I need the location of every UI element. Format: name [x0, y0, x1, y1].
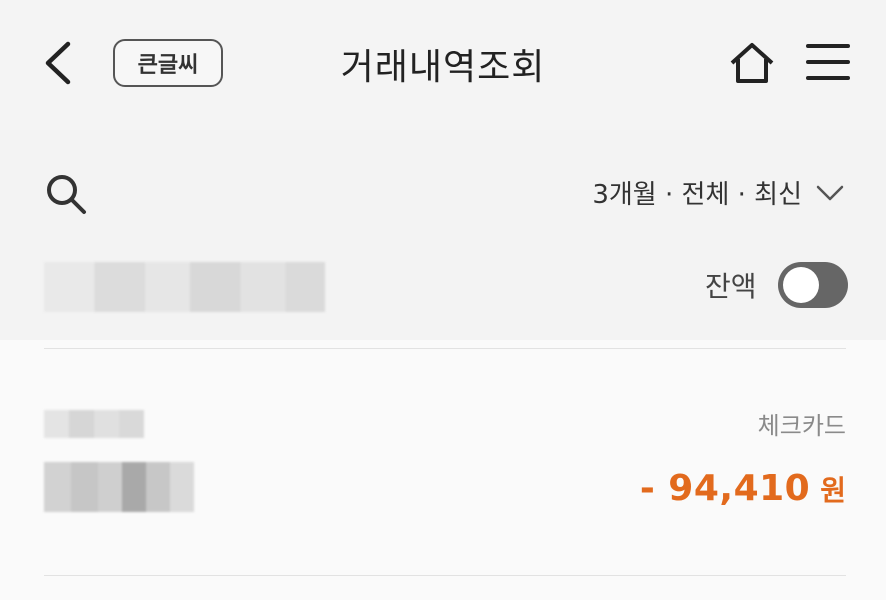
account-info-redacted	[44, 262, 325, 312]
amount-value: - 94,410	[639, 468, 811, 509]
chevron-down-icon	[816, 185, 844, 200]
menu-icon[interactable]	[806, 42, 850, 82]
transaction-type: 체크카드	[757, 412, 846, 440]
balance-toggle[interactable]	[778, 262, 848, 308]
transaction-history-screen: 큰글씨 거래내역조회 3개월 · 전체 · 최신 잔액 체크카드 - 94,41…	[0, 0, 886, 600]
transaction-amount: - 94,410 원	[640, 468, 846, 509]
transaction-date-redacted	[44, 410, 144, 438]
transaction-merchant-redacted	[44, 462, 194, 512]
balance-label: 잔액	[705, 270, 757, 303]
divider	[44, 348, 846, 349]
search-icon[interactable]	[44, 172, 88, 216]
divider	[44, 575, 846, 576]
filter-summary: 3개월 · 전체 · 최신	[592, 180, 802, 210]
filter-dropdown[interactable]: 3개월 · 전체 · 최신	[592, 174, 844, 211]
amount-unit: 원	[820, 474, 846, 507]
home-icon[interactable]	[728, 41, 776, 85]
toggle-knob	[783, 267, 819, 303]
header: 큰글씨 거래내역조회	[0, 0, 886, 130]
